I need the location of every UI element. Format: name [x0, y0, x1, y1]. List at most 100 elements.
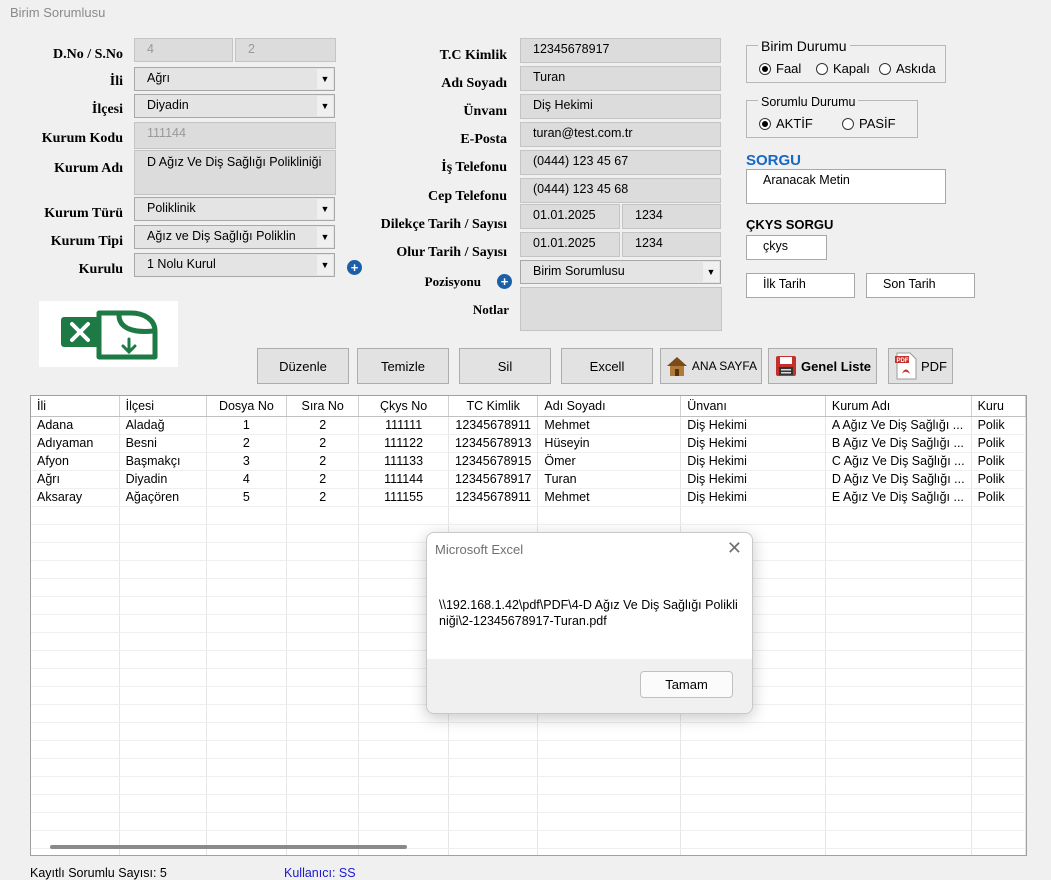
cell: 111122	[358, 434, 449, 453]
cell: Polik	[971, 434, 1026, 453]
radio-pasif[interactable]: PASİF	[842, 116, 896, 131]
col-header-kurum-adi[interactable]: Kurum Adı	[825, 396, 972, 417]
notlar-field[interactable]	[520, 287, 722, 331]
il-combo[interactable]: Ağrı ▼	[134, 67, 335, 91]
col-header-unvani[interactable]: Ünvanı	[680, 396, 826, 417]
kurum-tipi-label: Kurum Tipi	[50, 234, 123, 249]
cell: 12345678917	[448, 470, 539, 489]
pozisyon-value: Birim Sorumlusu	[533, 264, 625, 278]
ad-label: Adı Soyadı	[441, 76, 507, 91]
cell: 5	[206, 488, 288, 507]
table-row-empty	[31, 812, 1026, 831]
kurum-tipi-combo[interactable]: Ağız ve Diş Sağlığı Poliklin ▼	[134, 225, 335, 249]
table-row[interactable]: Aksaray Ağaçören 5 2 111155 12345678911 …	[31, 488, 1026, 507]
kurum-turu-combo[interactable]: Poliklinik ▼	[134, 197, 335, 221]
table-row[interactable]: Adıyaman Besni 2 2 111122 12345678913 Hü…	[31, 434, 1026, 453]
pozisyon-label: Pozisyonu	[424, 274, 481, 289]
cell: Mehmet	[537, 488, 682, 507]
cep-tel-field[interactable]: (0444) 123 45 68	[520, 178, 721, 203]
radio-kapali-label: Kapalı	[833, 61, 870, 76]
sil-button[interactable]: Sil	[459, 348, 551, 384]
pdf-button[interactable]: PDF PDF	[888, 348, 953, 384]
radio-askida[interactable]: Askıda	[879, 61, 936, 76]
col-header-ckys-no[interactable]: Çkys No	[358, 396, 449, 417]
horizontal-scrollbar[interactable]	[50, 845, 407, 849]
chevron-down-icon[interactable]: ▼	[317, 227, 333, 247]
sil-label: Sil	[497, 358, 513, 374]
eposta-label: E-Posta	[460, 132, 507, 147]
excel-logo	[39, 301, 178, 367]
temizle-button[interactable]: Temizle	[357, 348, 449, 384]
kurulu-label: Kurulu	[78, 262, 123, 277]
add-pozisyon-icon[interactable]: +	[497, 274, 512, 289]
table-row[interactable]: Afyon Başmakçı 3 2 111133 12345678915 Öm…	[31, 452, 1026, 471]
kurum-adi-field[interactable]: D Ağız Ve Diş Sağlığı Polikliniği	[134, 150, 336, 195]
chevron-down-icon[interactable]: ▼	[317, 255, 333, 275]
sorgu-input[interactable]: Aranacak Metin	[746, 169, 946, 204]
dno-label: D.No / S.No	[52, 47, 123, 62]
add-kurul-icon[interactable]: +	[347, 260, 362, 275]
ilk-tarih-input[interactable]: İlk Tarih	[746, 273, 855, 298]
eposta-field[interactable]: turan@test.com.tr	[520, 122, 721, 147]
cell: Diş Hekimi	[680, 452, 826, 471]
ckys-input[interactable]: çkys	[746, 235, 827, 260]
chevron-down-icon[interactable]: ▼	[703, 262, 719, 282]
duzenle-button[interactable]: Düzenle	[257, 348, 349, 384]
ok-button[interactable]: Tamam	[640, 671, 733, 698]
dilekce-sayi-field[interactable]: 1234	[622, 204, 721, 229]
cell: C Ağız Ve Diş Sağlığı ...	[825, 452, 972, 471]
radio-pasif-indicator	[842, 117, 854, 130]
col-header-tc-kimlik[interactable]: TC Kimlik	[448, 396, 539, 417]
ana-sayfa-button[interactable]: ANA SAYFA	[660, 348, 762, 384]
chevron-down-icon[interactable]: ▼	[317, 69, 333, 89]
radio-pasif-label: PASİF	[859, 116, 896, 131]
cell: 111144	[358, 470, 449, 489]
kurum-kodu-field[interactable]: 111144	[134, 122, 336, 149]
table-row[interactable]: Adana Aladağ 1 2 111111 12345678911 Mehm…	[31, 416, 1026, 435]
radio-aktif[interactable]: AKTİF	[759, 116, 813, 131]
chevron-down-icon[interactable]: ▼	[317, 96, 333, 116]
current-user: Kullanıcı: SS	[284, 866, 356, 880]
col-header-ilce[interactable]: İlçesi	[119, 396, 207, 417]
olur-sayi-field[interactable]: 1234	[622, 232, 721, 257]
cell: A Ağız Ve Diş Sağlığı ...	[825, 416, 972, 435]
pozisyon-combo[interactable]: Birim Sorumlusu ▼	[520, 260, 721, 284]
ad-field[interactable]: Turan	[520, 66, 721, 91]
son-tarih-input[interactable]: Son Tarih	[866, 273, 975, 298]
ok-button-label: Tamam	[665, 677, 708, 692]
kurulu-combo[interactable]: 1 Nolu Kurul ▼	[134, 253, 335, 277]
olur-tarih-field[interactable]: 01.01.2025	[520, 232, 620, 257]
excell-button[interactable]: Excell	[561, 348, 653, 384]
cell: E Ağız Ve Diş Sağlığı ...	[825, 488, 972, 507]
col-header-dosya-no[interactable]: Dosya No	[206, 396, 288, 417]
radio-faal-label: Faal	[776, 61, 802, 76]
duzenle-label: Düzenle	[279, 358, 327, 374]
cell: 1	[206, 416, 288, 435]
message-dialog: Microsoft Excel ✕ \\192.168.1.42\pdf\PDF…	[426, 532, 753, 714]
chevron-down-icon[interactable]: ▼	[317, 199, 333, 219]
is-tel-label: İş Telefonu	[441, 160, 507, 175]
col-header-adi-soyadi[interactable]: Adı Soyadı	[537, 396, 682, 417]
tc-field[interactable]: 12345678917	[520, 38, 721, 63]
dno-field[interactable]: 4	[134, 38, 233, 62]
is-tel-field[interactable]: (0444) 123 45 67	[520, 150, 721, 175]
col-header-kurum-turu[interactable]: Kuru	[971, 396, 1026, 417]
genel-liste-button[interactable]: Genel Liste	[768, 348, 877, 384]
cell: D Ağız Ve Diş Sağlığı ...	[825, 470, 972, 489]
radio-faal[interactable]: Faal	[759, 61, 801, 76]
table-row[interactable]: Ağrı Diyadin 4 2 111144 12345678917 Tura…	[31, 470, 1026, 489]
unvan-field[interactable]: Diş Hekimi	[520, 94, 721, 119]
close-icon[interactable]: ✕	[727, 538, 742, 559]
temizle-label: Temizle	[380, 358, 426, 374]
radio-kapali[interactable]: Kapalı	[816, 61, 870, 76]
grid-header-row: İli İlçesi Dosya No Sıra No Çkys No TC K…	[31, 396, 1026, 417]
dilekce-tarih-field[interactable]: 01.01.2025	[520, 204, 620, 229]
svg-text:PDF: PDF	[897, 358, 909, 364]
ilce-combo[interactable]: Diyadin ▼	[134, 94, 335, 118]
sno-field[interactable]: 2	[235, 38, 336, 62]
col-header-sira-no[interactable]: Sıra No	[286, 396, 360, 417]
il-value: Ağrı	[147, 71, 170, 85]
col-header-il[interactable]: İli	[31, 396, 120, 417]
window-title: Birim Sorumlusu	[10, 5, 106, 20]
kurum-tipi-value: Ağız ve Diş Sağlığı Poliklin	[147, 229, 296, 243]
